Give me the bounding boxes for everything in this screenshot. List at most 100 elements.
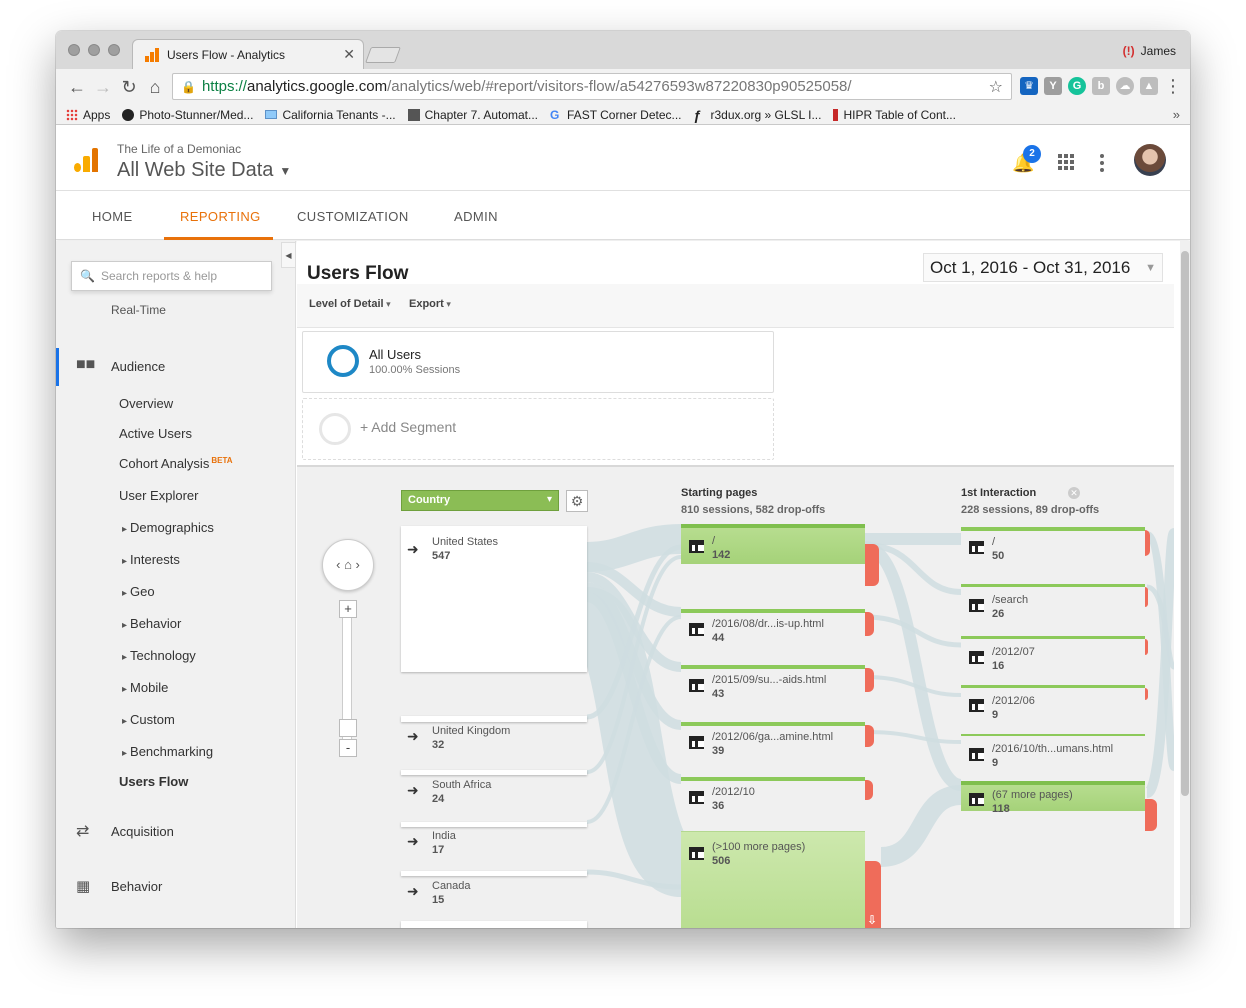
sidebar-item-custom[interactable]: Custom xyxy=(122,712,175,727)
dropoff-bar[interactable] xyxy=(1145,799,1157,831)
sidebar-item-acquisition[interactable]: Acquisition xyxy=(111,824,174,839)
zoom-window-button[interactable] xyxy=(108,44,120,56)
minimize-window-button[interactable] xyxy=(88,44,100,56)
dimension-select[interactable]: Country xyxy=(401,490,559,511)
dropoff-bar[interactable] xyxy=(865,725,874,747)
users-flow-diagram[interactable]: ‹ ⌂ › + - Country ⚙ ➜ United States 547 … xyxy=(297,465,1174,928)
forward-arrow-icon[interactable]: → xyxy=(90,77,116,98)
extension-grammarly-icon[interactable]: G xyxy=(1068,77,1086,95)
collapse-sidebar-icon[interactable]: ◀ xyxy=(281,242,296,268)
country-node-bar[interactable] xyxy=(401,770,587,775)
page-node[interactable] xyxy=(681,524,865,564)
dropoff-bar[interactable] xyxy=(1145,530,1150,556)
sidebar-item-behavior[interactable]: Behavior xyxy=(122,616,181,631)
sidebar-item-cohort-analysis[interactable]: Cohort Analysis BETA xyxy=(119,456,233,471)
sidebar-item-behavior-section[interactable]: Behavior xyxy=(111,879,162,894)
avatar[interactable] xyxy=(1134,144,1166,176)
zoom-slider-handle[interactable] xyxy=(339,719,357,737)
tab-home[interactable]: HOME xyxy=(92,209,133,224)
bookmark-item[interactable]: Photo-Stunner/Med... xyxy=(122,108,253,122)
date-range-picker[interactable]: Oct 1, 2016 - Oct 31, 2016 ▼ xyxy=(923,253,1163,282)
bookmark-item[interactable]: Chapter 7. Automat... xyxy=(407,108,538,122)
sidebar-item-demographics[interactable]: Demographics xyxy=(122,520,214,535)
pan-home-control[interactable]: ‹ ⌂ › xyxy=(322,539,374,591)
close-window-button[interactable] xyxy=(68,44,80,56)
page-node[interactable] xyxy=(681,609,865,613)
sidebar-item-user-explorer[interactable]: User Explorer xyxy=(119,488,198,503)
browser-tab[interactable]: Users Flow - Analytics ✕ xyxy=(132,39,364,69)
tab-customization[interactable]: CUSTOMIZATION xyxy=(297,209,409,224)
scrollbar-thumb[interactable] xyxy=(1181,251,1189,796)
zoom-in-button[interactable]: + xyxy=(339,600,357,618)
vertical-scrollbar[interactable] xyxy=(1180,241,1190,928)
page-node[interactable] xyxy=(961,527,1145,531)
dropoff-bar[interactable] xyxy=(865,612,874,636)
dropoff-bar[interactable] xyxy=(865,544,879,586)
page-node[interactable] xyxy=(961,636,1145,639)
sidebar-item-overview[interactable]: Overview xyxy=(119,396,173,411)
page-node[interactable] xyxy=(961,584,1145,587)
reload-icon[interactable]: ↻ xyxy=(116,77,142,98)
close-column-icon[interactable]: ✕ xyxy=(1068,487,1080,499)
bookmark-star-icon[interactable]: ☆ xyxy=(989,77,1003,97)
sidebar-item-benchmarking[interactable]: Benchmarking xyxy=(122,744,213,759)
bookmark-apps[interactable]: Apps xyxy=(66,108,110,122)
country-name[interactable]: South Africa xyxy=(432,779,491,791)
dropoff-bar[interactable] xyxy=(865,668,874,692)
country-node-bar[interactable] xyxy=(401,921,587,928)
segment-all-users[interactable]: All Users 100.00% Sessions xyxy=(302,331,774,393)
gear-icon[interactable]: ⚙ xyxy=(566,490,588,512)
dropoff-bar[interactable] xyxy=(1145,688,1148,700)
address-bar[interactable]: 🔒 https:// analytics.google.com /analyti… xyxy=(172,73,1012,100)
tab-close-icon[interactable]: ✕ xyxy=(343,46,355,63)
extension-cloud-icon[interactable]: ☁ xyxy=(1116,77,1134,95)
bookmark-item[interactable]: California Tenants -... xyxy=(265,108,396,122)
property-selector[interactable]: All Web Site Data ▼ xyxy=(117,159,291,182)
extension-y-icon[interactable]: Y xyxy=(1044,77,1062,95)
page-node[interactable] xyxy=(681,722,865,726)
page-node[interactable] xyxy=(681,665,865,669)
country-node-bar[interactable] xyxy=(401,822,587,827)
new-tab-button[interactable] xyxy=(365,47,401,63)
country-name[interactable]: Canada xyxy=(432,880,471,892)
zoom-out-button[interactable]: - xyxy=(339,739,357,757)
sidebar-item-users-flow[interactable]: Users Flow xyxy=(119,774,188,789)
account-name[interactable]: The Life of a Demoniac xyxy=(117,142,241,156)
country-node-bar[interactable] xyxy=(401,871,587,876)
search-input[interactable]: 🔍 Search reports & help xyxy=(71,261,272,291)
extension-trophy-icon[interactable]: ♛ xyxy=(1020,77,1038,95)
bookmark-item[interactable]: ƒ r3dux.org » GLSL I... xyxy=(694,108,822,122)
export-menu[interactable]: Export xyxy=(409,298,451,310)
add-segment-button[interactable]: + Add Segment xyxy=(302,398,774,460)
more-options-icon[interactable] xyxy=(1100,154,1104,172)
country-node[interactable]: ➜ United States 547 xyxy=(401,526,587,672)
level-of-detail-menu[interactable]: Level of Detail xyxy=(309,298,391,310)
page-node[interactable] xyxy=(681,777,865,781)
extension-drive-icon[interactable]: ▲ xyxy=(1140,77,1158,95)
back-arrow-icon[interactable]: ← xyxy=(64,77,90,98)
country-node-bar[interactable] xyxy=(401,716,587,722)
country-name[interactable]: United Kingdom xyxy=(432,725,510,737)
dropoff-bar[interactable] xyxy=(1145,639,1148,655)
browser-menu-icon[interactable]: ⋮ xyxy=(1160,76,1186,97)
page-node[interactable] xyxy=(961,734,1145,736)
bookmark-item[interactable]: HIPR Table of Cont... xyxy=(833,108,956,122)
bookmarks-overflow-icon[interactable]: » xyxy=(1173,107,1180,122)
dropoff-bar[interactable] xyxy=(865,780,873,800)
extension-b-icon[interactable]: b xyxy=(1092,77,1110,95)
sidebar-item-mobile[interactable]: Mobile xyxy=(122,680,168,695)
sidebar-item-audience[interactable]: Audience xyxy=(111,359,165,374)
sidebar-item-active-users[interactable]: Active Users xyxy=(119,426,192,441)
apps-launcher-icon[interactable] xyxy=(1058,154,1074,170)
browser-profile[interactable]: (!) James xyxy=(1123,44,1176,58)
country-name[interactable]: India xyxy=(432,830,456,842)
tab-admin[interactable]: ADMIN xyxy=(454,209,498,224)
page-node[interactable] xyxy=(961,685,1145,688)
sidebar-item-technology[interactable]: Technology xyxy=(122,648,196,663)
sidebar-item-geo[interactable]: Geo xyxy=(122,584,155,599)
sidebar-item-realtime[interactable]: Real-Time xyxy=(111,303,166,317)
dropoff-bar[interactable] xyxy=(1145,587,1148,607)
home-icon[interactable]: ⌂ xyxy=(142,77,168,98)
tab-reporting[interactable]: REPORTING xyxy=(180,209,261,224)
bookmark-item[interactable]: G FAST Corner Detec... xyxy=(550,108,682,122)
